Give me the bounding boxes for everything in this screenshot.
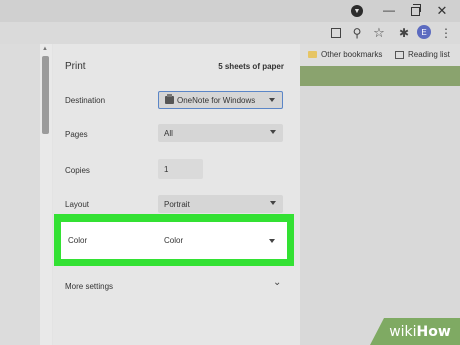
close-icon[interactable]: ✕ [434, 3, 450, 19]
layout-label: Layout [65, 200, 90, 209]
bookmark-label: Other bookmarks [321, 50, 383, 59]
destination-select[interactable]: OneNote for Windows [158, 91, 283, 109]
wikihow-logo: wiki How [370, 318, 460, 345]
color-value: Color [164, 236, 184, 245]
chevron-down-icon [269, 239, 275, 243]
layout-value: Portrait [164, 199, 190, 209]
color-label: Color [68, 236, 88, 245]
browser-toolbar: ⚲ ☆ ✱ ⋮ [0, 22, 460, 44]
minimize-icon[interactable]: — [381, 2, 397, 18]
more-menu-icon[interactable]: ⋮ [438, 25, 454, 41]
profile-dropdown-icon[interactable]: ▼ [349, 3, 365, 19]
scrollbar-thumb[interactable] [42, 56, 49, 134]
copies-label: Copies [65, 166, 90, 175]
pages-label: Pages [65, 130, 88, 139]
zoom-icon[interactable]: ⚲ [349, 25, 365, 41]
print-dialog: Print 5 sheets of paper Destination OneN… [53, 44, 300, 345]
more-settings-label[interactable]: More settings [65, 282, 113, 291]
chevron-down-icon[interactable]: ⌄ [273, 277, 281, 288]
layout-select[interactable]: Portrait [158, 195, 283, 213]
pages-select[interactable]: All [158, 124, 283, 142]
logo-wiki: wiki [389, 323, 417, 340]
destination-value: OneNote for Windows [177, 95, 256, 105]
page-content [300, 86, 460, 345]
printer-icon [165, 94, 174, 104]
bookmark-label: Reading list [408, 50, 450, 59]
avatar[interactable]: E [417, 25, 431, 39]
copies-input[interactable]: 1 [158, 159, 203, 179]
bookmark-reading-list[interactable]: Reading list [395, 50, 450, 59]
share-icon[interactable] [328, 25, 344, 41]
restore-icon[interactable] [407, 3, 423, 19]
logo-how: How [416, 323, 451, 340]
reading-list-icon [395, 50, 404, 59]
color-row: Color Color [61, 222, 287, 259]
scroll-up-arrow-icon[interactable]: ▲ [42, 46, 48, 52]
chevron-down-icon [270, 130, 276, 134]
page-background [0, 44, 40, 345]
chevron-down-icon [270, 201, 276, 205]
sheet-count: 5 sheets of paper [218, 62, 284, 71]
title-bar: ▼ — ✕ [0, 0, 460, 22]
bookmarks-bar: Other bookmarks Reading list [300, 44, 460, 66]
folder-icon [308, 51, 317, 58]
bookmark-other[interactable]: Other bookmarks [308, 50, 382, 59]
star-icon[interactable]: ☆ [371, 25, 387, 41]
pages-value: All [164, 128, 173, 138]
destination-label: Destination [65, 96, 106, 105]
chevron-down-icon [269, 98, 275, 102]
page-title: Print [65, 61, 86, 72]
extensions-icon[interactable]: ✱ [396, 25, 412, 41]
color-select[interactable]: Color [158, 233, 282, 249]
page-banner [300, 66, 460, 86]
